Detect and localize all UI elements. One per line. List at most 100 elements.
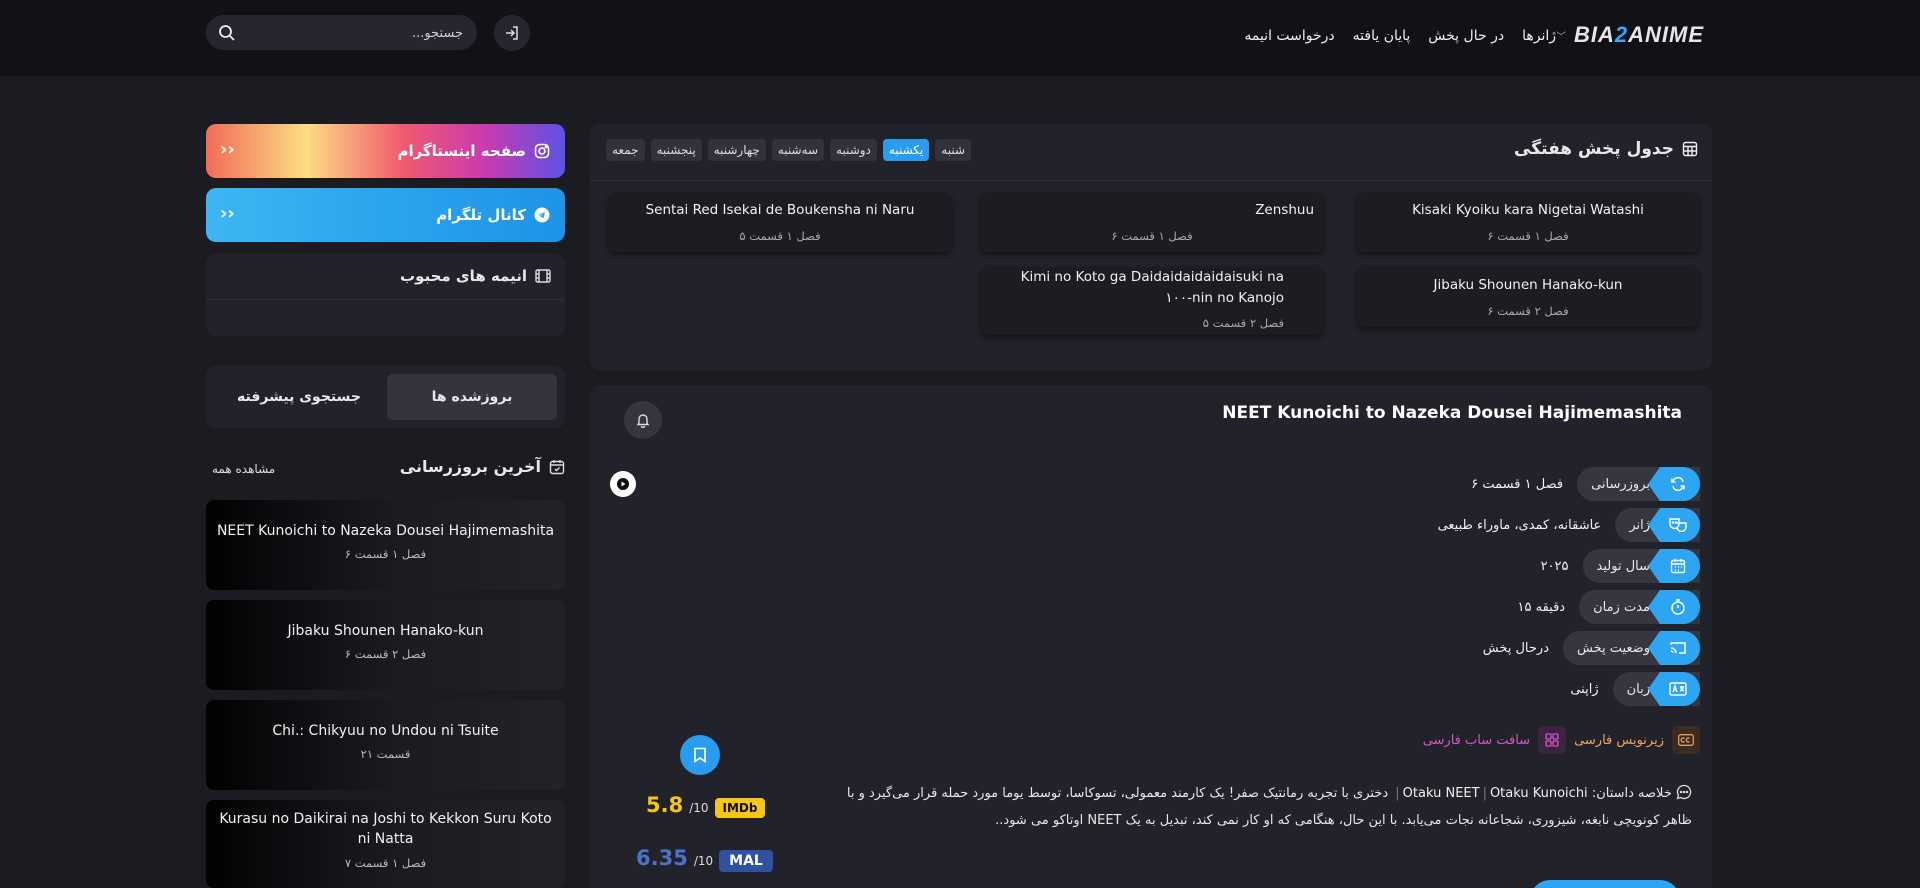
info-value: درحال پخش xyxy=(1482,640,1549,656)
imdb-score-value: 5.8 xyxy=(646,793,684,817)
schedule-item-episode: فصل ۱ قسمت ۶ xyxy=(1111,229,1193,243)
latest-item[interactable]: Chi.: Chikyuu no Undou ni Tsuite قسمت ۲۱ xyxy=(206,700,565,790)
telegram-icon xyxy=(534,207,550,223)
latest-item-title: Jibaku Shounen Hanako-kun xyxy=(287,623,484,639)
schedule-item-episode: فصل ۱ قسمت ۶ xyxy=(1487,229,1569,243)
latest-item-episode: فصل ۱ قسمت ۷ xyxy=(344,856,427,870)
schedule-item-title: Jibaku Shounen Hanako-kun xyxy=(1433,277,1623,293)
info-pill: بروزرسانی xyxy=(1577,467,1700,501)
double-chevron-icon: ›› xyxy=(220,203,235,224)
imdb-badge: IMDb xyxy=(714,798,766,818)
info-row-genre: ژانر عاشقانه، کمدی، ماوراء طبیعی xyxy=(1438,508,1700,542)
watch-button[interactable] xyxy=(1530,880,1680,888)
favorites-panel: انیمه های محبوب xyxy=(206,254,565,336)
favorites-header: انیمه های محبوب xyxy=(400,267,551,285)
stopwatch-icon xyxy=(1648,590,1700,624)
calendar-update-icon xyxy=(549,459,565,474)
info-value: ۲۰۲۵ xyxy=(1540,558,1569,574)
latest-item[interactable]: NEET Kunoichi to Nazeka Dousei Hajimemas… xyxy=(206,500,565,590)
anime-detail-panel: NEET Kunoichi to Nazeka Dousei Hajimemas… xyxy=(590,385,1712,888)
weekly-schedule: جدول پخش هفتگی شنبه یکشنبه دوشنبه سه‌شنب… xyxy=(590,124,1712,370)
latest-item-title: NEET Kunoichi to Nazeka Dousei Hajimemas… xyxy=(216,523,555,539)
site-logo[interactable]: BIA2ANIME xyxy=(1574,22,1704,48)
info-pill: سال تولید xyxy=(1582,549,1700,583)
schedule-item-episode: فصل ۲ قسمت ۵ xyxy=(1202,316,1284,330)
see-all-link[interactable]: مشاهده همه xyxy=(212,462,275,476)
info-pill: وضعیت پخش xyxy=(1563,631,1700,665)
info-label: بروزرسانی xyxy=(1591,476,1650,492)
schedule-item[interactable]: Kimi no Koto ga Daidaidaidaidaisuki na ۱… xyxy=(980,267,1324,335)
nav-request[interactable]: درخواست انیمه xyxy=(1244,28,1334,44)
imdb-score: 5.8 /10 IMDb xyxy=(646,793,766,818)
tab-updated[interactable]: بروزشده ها xyxy=(387,374,557,420)
notify-button[interactable] xyxy=(624,401,662,439)
info-row-year: سال تولید ۲۰۲۵ xyxy=(1541,549,1700,583)
synopsis-label: خلاصه داستان: xyxy=(1591,786,1672,801)
telegram-label: کانال تلگرام xyxy=(436,206,526,224)
chat-bubble-icon xyxy=(1676,784,1692,800)
trailer-play-button[interactable] xyxy=(610,471,636,497)
bookmark-button[interactable] xyxy=(680,735,720,775)
schedule-item-title: Kisaki Kyoiku kara Nigetai Watashi xyxy=(1412,202,1644,218)
latest-item-episode: فصل ۲ قسمت ۶ xyxy=(344,647,427,661)
schedule-item-title: Zenshuu xyxy=(1255,202,1314,218)
softsub-label[interactable]: سافت ساب فارسی xyxy=(1423,733,1530,748)
latest-item[interactable]: Kurasu no Daikirai na Joshi to Kekkon Su… xyxy=(206,800,565,888)
login-icon xyxy=(506,26,518,40)
refresh-icon xyxy=(1648,467,1700,501)
latest-updates-header: آخرین بروزرسانی xyxy=(400,457,565,476)
favorites-title: انیمه های محبوب xyxy=(400,267,527,285)
day-tabs: شنبه یکشنبه دوشنبه سه‌شنبه چهارشنبه پنجش… xyxy=(606,139,971,161)
telegram-banner[interactable]: ›› کانال تلگرام xyxy=(206,188,565,242)
search-input[interactable] xyxy=(243,23,463,43)
divider xyxy=(590,180,1712,181)
mal-score: 6.35 /10 MAL xyxy=(636,846,773,872)
alt-name: Otaku NEET xyxy=(1402,786,1480,801)
schedule-item[interactable]: Jibaku Shounen Hanako-kun فصل ۲ قسمت ۶ xyxy=(1356,267,1700,327)
calendar-grid-icon xyxy=(1682,141,1698,157)
sidebar-tabs: بروزشده ها جستجوی پیشرفته xyxy=(206,366,565,428)
divider xyxy=(206,299,565,300)
softsub-icon xyxy=(1538,726,1567,754)
latest-item-episode: قسمت ۲۱ xyxy=(360,747,411,761)
nav-finished[interactable]: پایان یافته xyxy=(1353,28,1411,44)
day-tab-friday[interactable]: جمعه xyxy=(606,139,645,161)
day-tab-tuesday[interactable]: سه‌شنبه xyxy=(771,139,825,161)
subtitle-label[interactable]: زیرنویس فارسی xyxy=(1574,733,1664,748)
schedule-item[interactable]: Zenshuu فصل ۱ قسمت ۶ xyxy=(980,192,1324,252)
schedule-item[interactable]: Kisaki Kyoiku kara Nigetai Watashi فصل ۱… xyxy=(1356,192,1700,252)
day-tab-sunday[interactable]: یکشنبه xyxy=(882,139,930,161)
schedule-item-title: Kimi no Koto ga Daidaidaidaidaisuki na ۱… xyxy=(1020,269,1284,306)
info-value: فصل ۱ قسمت ۶ xyxy=(1471,476,1564,492)
search-icon[interactable] xyxy=(218,24,236,42)
nav-airing[interactable]: در حال پخش xyxy=(1428,28,1504,44)
calendar-icon xyxy=(1648,549,1700,583)
latest-updates-title: آخرین بروزرسانی xyxy=(399,457,541,476)
schedule-item[interactable]: Sentai Red Isekai de Boukensha ni Naru ف… xyxy=(608,192,952,252)
schedule-item-episode: فصل ۲ قسمت ۶ xyxy=(1487,304,1569,318)
anime-title: NEET Kunoichi to Nazeka Dousei Hajimemas… xyxy=(1222,403,1682,423)
tab-advanced-search[interactable]: جستجوی پیشرفته xyxy=(214,374,384,420)
day-tab-monday[interactable]: دوشنبه xyxy=(830,139,877,161)
day-tab-thursday[interactable]: پنجشنبه xyxy=(650,139,702,161)
imdb-score-denominator: /10 xyxy=(689,801,709,815)
schedule-item-title: Sentai Red Isekai de Boukensha ni Naru xyxy=(645,202,915,218)
nav-genres[interactable]: ژانرها﹀ xyxy=(1522,28,1570,44)
day-tab-wednesday[interactable]: چهارشنبه xyxy=(707,139,766,161)
masks-icon xyxy=(1648,508,1700,542)
info-value: ۱۵ دقیقه xyxy=(1517,599,1566,615)
instagram-label: صفحه اینستاگرام xyxy=(397,142,526,160)
top-bar: BIA2ANIME ژانرها﹀ در حال پخش پایان یافته… xyxy=(0,0,1920,76)
instagram-banner[interactable]: ›› صفحه اینستاگرام xyxy=(206,124,565,178)
schedule-header: جدول پخش هفتگی xyxy=(1514,139,1698,159)
info-pill: زبان xyxy=(1612,672,1700,706)
info-pill: مدت زمان xyxy=(1579,590,1700,624)
search-box xyxy=(206,15,477,50)
login-button[interactable] xyxy=(494,15,530,51)
day-tab-saturday[interactable]: شنبه xyxy=(935,139,971,161)
info-value: عاشقانه، کمدی، ماوراء طبیعی xyxy=(1437,517,1602,533)
latest-item[interactable]: Jibaku Shounen Hanako-kun فصل ۲ قسمت ۶ xyxy=(206,600,565,690)
alt-name: Otaku Kunoichi xyxy=(1489,786,1588,801)
info-row-duration: مدت زمان ۱۵ دقیقه xyxy=(1517,590,1700,624)
info-row-language: زبان ژاپنی xyxy=(1570,672,1700,706)
